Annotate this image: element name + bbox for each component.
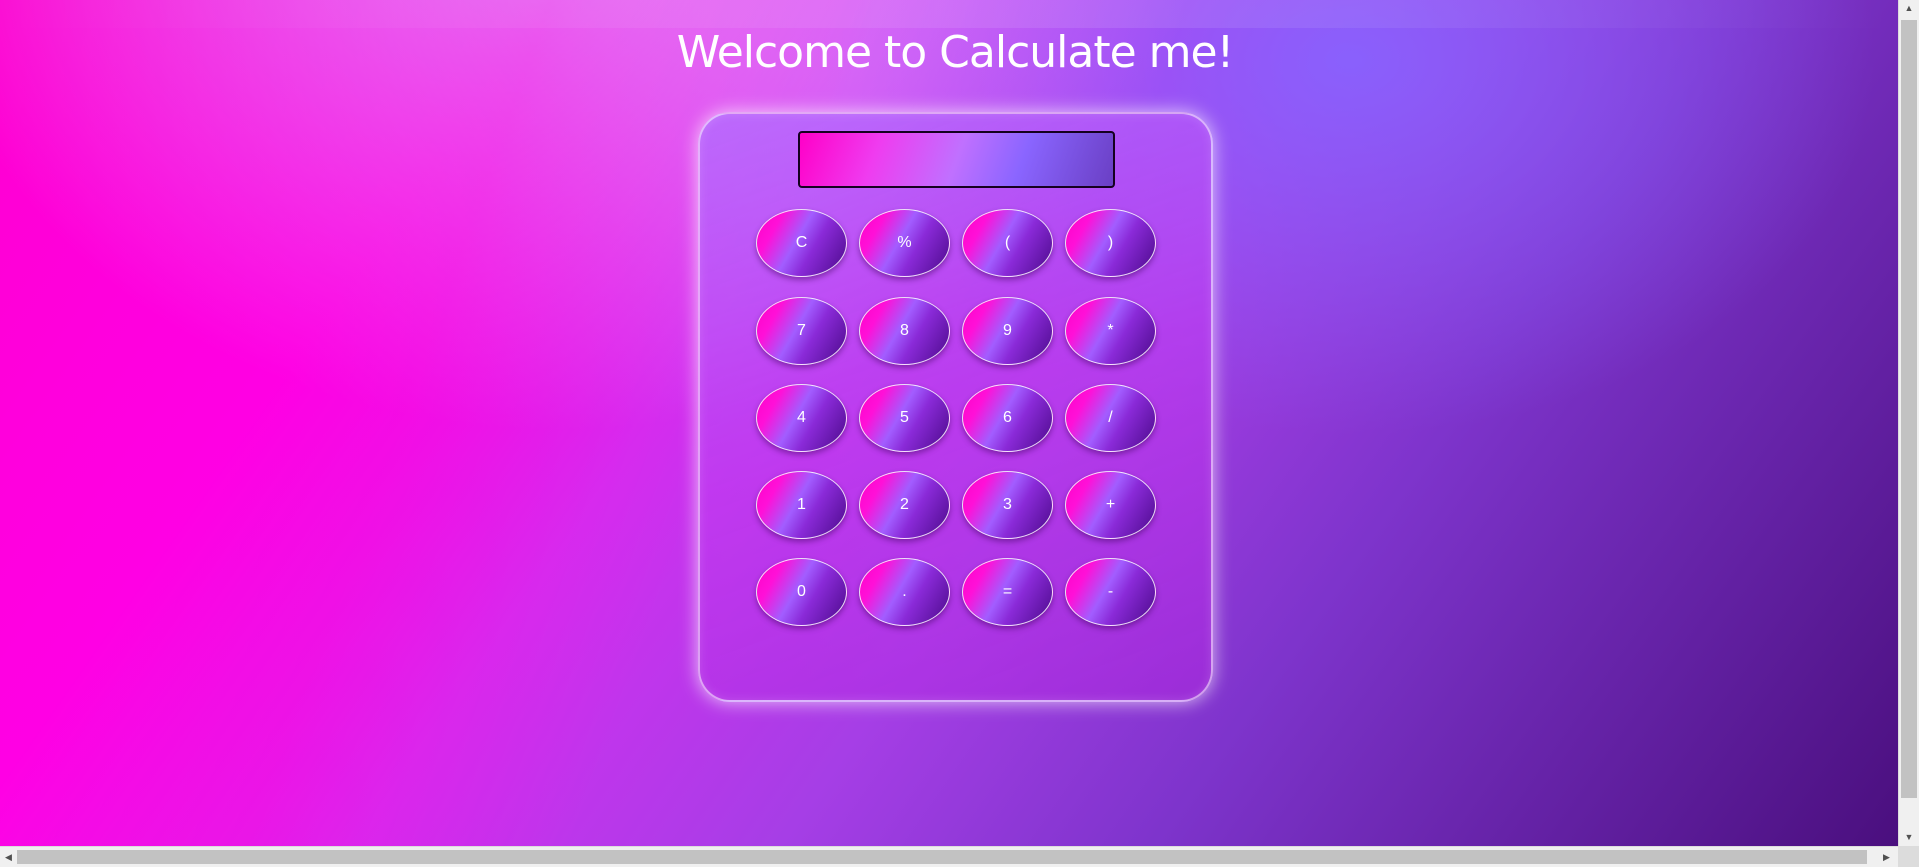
button-label: 6 bbox=[1003, 409, 1012, 426]
vertical-scroll-thumb[interactable] bbox=[1901, 20, 1917, 798]
button-label: 7 bbox=[797, 322, 806, 339]
button-label: % bbox=[897, 234, 912, 251]
calculator-panel: C% () 7 8 9 * 4 5 6 / 1 2 3 +0. = - bbox=[698, 112, 1213, 702]
page-title: Welcome to Calculate me! bbox=[676, 27, 1234, 78]
button-label: ) bbox=[1107, 234, 1114, 251]
equals-button[interactable]: = bbox=[962, 558, 1053, 626]
scrollbar-corner bbox=[1898, 846, 1919, 867]
close-paren-button[interactable]: ) bbox=[1065, 209, 1156, 277]
button-label: 3 bbox=[1003, 496, 1012, 513]
minus-button[interactable]: - bbox=[1065, 558, 1156, 626]
multiply-button[interactable]: * bbox=[1065, 297, 1156, 365]
digit-1-button[interactable]: 1 bbox=[756, 471, 847, 539]
digit-6-button[interactable]: 6 bbox=[962, 384, 1053, 452]
button-label: / bbox=[1108, 409, 1113, 426]
plus-button[interactable]: + bbox=[1065, 471, 1156, 539]
digit-4-button[interactable]: 4 bbox=[756, 384, 847, 452]
button-label: 1 bbox=[797, 496, 806, 513]
digit-0-button[interactable]: 0 bbox=[756, 558, 847, 626]
button-label: 4 bbox=[797, 409, 806, 426]
percent-button[interactable]: % bbox=[859, 209, 950, 277]
button-label: - bbox=[1107, 583, 1114, 600]
page-viewport: Welcome to Calculate me! C% () 7 8 9 * 4 5 6 / 1 2 3… bbox=[0, 0, 1898, 846]
digit-2-button[interactable]: 2 bbox=[859, 471, 950, 539]
divide-button[interactable]: / bbox=[1065, 384, 1156, 452]
digit-8-button[interactable]: 8 bbox=[859, 297, 950, 365]
arrow-down-icon[interactable]: ▼ bbox=[1899, 829, 1919, 846]
button-label: 8 bbox=[900, 322, 909, 339]
clear-button[interactable]: C bbox=[756, 209, 847, 277]
button-label: + bbox=[1105, 496, 1116, 513]
decimal-point-button[interactable]: . bbox=[859, 558, 950, 626]
arrow-left-icon[interactable]: ◀ bbox=[0, 847, 17, 867]
button-label: . bbox=[902, 583, 907, 600]
vertical-scrollbar[interactable]: ▲ ▼ bbox=[1898, 0, 1919, 846]
digit-9-button[interactable]: 9 bbox=[962, 297, 1053, 365]
button-label: = bbox=[1002, 583, 1013, 600]
button-label: C bbox=[795, 234, 808, 251]
button-label: 5 bbox=[900, 409, 909, 426]
digit-5-button[interactable]: 5 bbox=[859, 384, 950, 452]
arrow-right-icon[interactable]: ▶ bbox=[1878, 847, 1895, 867]
horizontal-scroll-thumb[interactable] bbox=[17, 850, 1867, 864]
horizontal-scrollbar[interactable]: ◀ ▶ bbox=[0, 846, 1898, 867]
button-label: 9 bbox=[1003, 322, 1012, 339]
digit-7-button[interactable]: 7 bbox=[756, 297, 847, 365]
button-label: ( bbox=[1004, 234, 1011, 251]
arrow-up-icon[interactable]: ▲ bbox=[1899, 0, 1919, 17]
button-label: 2 bbox=[900, 496, 909, 513]
button-label: * bbox=[1107, 322, 1114, 339]
top-highlight bbox=[0, 0, 1898, 28]
digit-3-button[interactable]: 3 bbox=[962, 471, 1053, 539]
calculator-display[interactable] bbox=[798, 131, 1115, 188]
open-paren-button[interactable]: ( bbox=[962, 209, 1053, 277]
button-label: 0 bbox=[797, 583, 806, 600]
